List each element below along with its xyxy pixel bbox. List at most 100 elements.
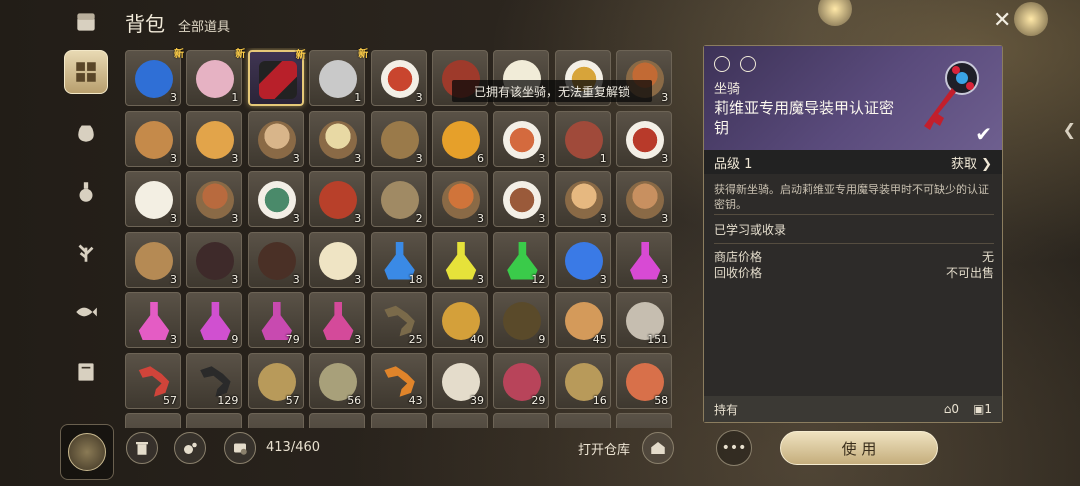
inventory-slot[interactable]: 3 (309, 292, 366, 348)
inventory-slot[interactable]: 3 (616, 171, 673, 227)
inventory-slot[interactable]: 3 (186, 231, 243, 288)
info-icon[interactable] (740, 56, 756, 72)
inventory-slot[interactable]: 3 (125, 292, 181, 348)
inventory-slot[interactable]: 3 (493, 110, 550, 167)
inventory-slot[interactable]: 3 (186, 171, 243, 227)
inventory-slot[interactable]: 6 (432, 110, 488, 167)
inventory-slot[interactable]: 3 (247, 171, 304, 227)
close-icon[interactable]: ✕ (993, 8, 1011, 33)
salad-icon (257, 181, 296, 219)
item-count: 9 (231, 333, 239, 346)
inventory-slot[interactable]: 58 (616, 352, 673, 409)
oil-bottle-icon (442, 120, 480, 159)
meat-bowl-icon (196, 181, 235, 219)
inventory-slot[interactable]: 1新 (186, 49, 245, 106)
inventory-slot[interactable]: 39 (432, 352, 488, 409)
discard-icon[interactable] (126, 432, 158, 464)
inventory-slot[interactable]: 3 (370, 110, 427, 167)
inventory-slot[interactable]: 129 (186, 352, 243, 409)
item-count: 3 (661, 212, 669, 225)
inventory-slot[interactable]: 3 (309, 171, 366, 227)
item-count: 3 (170, 333, 177, 346)
inventory-slot[interactable]: 9 (186, 292, 243, 348)
inventory-slot[interactable]: 1新 (309, 49, 368, 106)
inventory-slot[interactable]: 57 (247, 352, 304, 409)
warehouse-icon[interactable] (642, 432, 674, 464)
learned-status: 已学习或收录 (714, 223, 787, 237)
dish-icon (626, 120, 665, 159)
item-count: 18 (408, 272, 423, 286)
inventory-slot[interactable]: 12 (493, 231, 550, 288)
inventory-slot[interactable]: 3 (125, 110, 181, 167)
inventory-slot[interactable]: 3 (125, 231, 181, 288)
inventory-slot[interactable]: 3 (493, 171, 550, 227)
more-options-button[interactable]: ••• (716, 430, 752, 466)
item-description: 获得新坐骑。启动莉维亚专用魔导装甲时不可缺少的认证密钥。 (714, 183, 989, 211)
inventory-slot[interactable]: 3 (186, 110, 243, 167)
pouch-icon (135, 241, 173, 280)
inventory-slot[interactable]: 3 (247, 231, 304, 288)
sort-icon[interactable] (174, 432, 206, 464)
character-avatar-button[interactable] (60, 424, 114, 480)
inventory-slot[interactable]: 3 (554, 171, 611, 227)
inventory-slot[interactable]: 3 (616, 110, 673, 167)
open-warehouse-label[interactable]: 打开仓库 (578, 439, 630, 458)
inventory-slot[interactable]: 3 (247, 110, 304, 167)
book-icon[interactable] (64, 350, 108, 394)
dish-icon (503, 181, 542, 219)
inventory-slot[interactable]: 16 (554, 352, 611, 409)
inventory-slot[interactable]: 新 (247, 50, 306, 106)
potion-icon[interactable] (64, 170, 108, 214)
expand-bag-icon[interactable] (224, 432, 256, 464)
fish-icon[interactable] (64, 290, 108, 334)
inventory-slot[interactable]: 40 (432, 292, 488, 348)
pie-icon (564, 181, 603, 219)
grade-row: 品级 1 获取 ❯ (704, 150, 1002, 174)
herb-icon[interactable] (64, 230, 108, 274)
steak-icon (564, 120, 603, 159)
chest-icon[interactable] (64, 0, 108, 44)
dish-icon (503, 120, 542, 159)
inventory-slot[interactable]: 3 (554, 231, 611, 288)
item-count: 3 (292, 212, 300, 225)
item-count: 9 (538, 333, 546, 346)
inventory-slot[interactable]: 45 (554, 292, 611, 348)
obtain-link[interactable]: 获取 ❯ (951, 153, 992, 172)
inventory-slot[interactable]: 3 (125, 171, 181, 227)
potion-icon (138, 302, 170, 340)
inventory-slot[interactable]: 9 (493, 292, 550, 348)
chevron-left-icon[interactable]: ❮ (1063, 120, 1076, 139)
inventory-slot[interactable]: 43 (370, 352, 427, 409)
inventory-slot[interactable]: 1 (554, 110, 611, 167)
item-count: 29 (531, 393, 546, 407)
divider (714, 214, 994, 215)
item-count: 3 (354, 151, 362, 165)
inventory-slot[interactable]: 3 (309, 110, 366, 167)
inventory-slot[interactable]: 151 (616, 292, 673, 348)
grid-icon[interactable] (64, 50, 108, 94)
item-count: 1 (231, 91, 239, 104)
inventory-slot[interactable]: 3 (432, 171, 488, 227)
inventory-slot[interactable]: 18 (370, 231, 427, 288)
inventory-slot[interactable]: 79 (247, 292, 304, 348)
category-filter[interactable]: 全部道具 (178, 16, 230, 35)
inventory-slot[interactable]: 25 (370, 292, 427, 348)
bag-icon[interactable] (64, 110, 108, 154)
item-count: 3 (477, 272, 484, 286)
dish-icon (380, 60, 419, 98)
item-count: 58 (654, 393, 669, 407)
use-button[interactable]: 使 用 (780, 431, 938, 465)
inventory-slot[interactable]: 3 (370, 50, 427, 106)
coral-icon (135, 60, 173, 98)
berries-icon (196, 241, 235, 280)
inventory-slot[interactable]: 3新 (125, 49, 184, 106)
inventory-slot[interactable]: 2 (370, 171, 427, 227)
inventory-slot[interactable]: 3 (432, 231, 488, 288)
tooltip: 已拥有该坐骑，无法重复解锁 (452, 80, 652, 102)
inventory-slot[interactable]: 29 (493, 352, 550, 409)
item-count: 3 (170, 91, 177, 104)
inventory-slot[interactable]: 3 (616, 231, 673, 288)
inventory-slot[interactable]: 57 (125, 352, 181, 409)
inventory-slot[interactable]: 3 (309, 231, 366, 288)
inventory-slot[interactable]: 56 (309, 352, 366, 409)
